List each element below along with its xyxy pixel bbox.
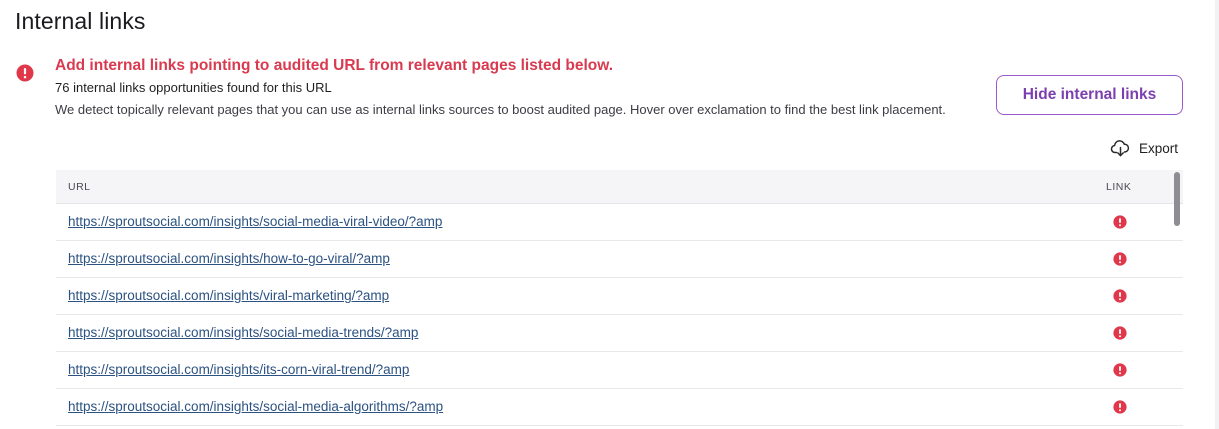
- table-row: https://sproutsocial.com/insights/its-co…: [56, 352, 1183, 389]
- table-row: https://sproutsocial.com/insights/social…: [56, 389, 1183, 426]
- row-url-link[interactable]: https://sproutsocial.com/insights/social…: [68, 214, 442, 229]
- row-url-link[interactable]: https://sproutsocial.com/insights/social…: [68, 399, 443, 414]
- exclamation-circle-icon[interactable]: [1113, 326, 1127, 340]
- table-scrollbar[interactable]: [1174, 172, 1180, 226]
- column-header-url: URL: [68, 181, 91, 193]
- internal-links-panel: Internal links Add internal links pointi…: [0, 0, 1219, 429]
- exclamation-circle-icon[interactable]: [1113, 363, 1127, 377]
- row-url-link[interactable]: https://sproutsocial.com/insights/social…: [68, 325, 418, 340]
- exclamation-circle-icon[interactable]: [1113, 215, 1127, 229]
- exclamation-circle-icon[interactable]: [1113, 400, 1127, 414]
- row-url-link[interactable]: https://sproutsocial.com/insights/viral-…: [68, 288, 389, 303]
- column-header-link: LINK: [1106, 181, 1132, 193]
- internal-links-table: URL LINK https://sproutsocial.com/insigh…: [56, 170, 1183, 429]
- alert-description: We detect topically relevant pages that …: [55, 102, 946, 117]
- table-row: https://sproutsocial.com/insights/social…: [56, 315, 1183, 352]
- opportunities-count: 76 internal links opportunities found fo…: [55, 80, 332, 95]
- table-header: URL LINK: [56, 170, 1183, 204]
- hide-internal-links-button[interactable]: Hide internal links: [996, 75, 1183, 115]
- row-url-link[interactable]: https://sproutsocial.com/insights/how-to…: [68, 251, 390, 266]
- cloud-download-icon: [1110, 139, 1131, 157]
- export-button[interactable]: Export: [1110, 138, 1178, 158]
- table-body: https://sproutsocial.com/insights/social…: [56, 204, 1183, 426]
- table-row: https://sproutsocial.com/insights/viral-…: [56, 278, 1183, 315]
- right-edge-divider: [1215, 0, 1219, 429]
- alert-heading: Add internal links pointing to audited U…: [55, 57, 614, 74]
- exclamation-circle-icon[interactable]: [1113, 252, 1127, 266]
- table-row: https://sproutsocial.com/insights/social…: [56, 204, 1183, 241]
- page-title: Internal links: [15, 8, 146, 34]
- exclamation-circle-icon[interactable]: [1113, 289, 1127, 303]
- table-row: https://sproutsocial.com/insights/how-to…: [56, 241, 1183, 278]
- row-url-link[interactable]: https://sproutsocial.com/insights/its-co…: [68, 362, 409, 377]
- exclamation-circle-icon: [16, 64, 34, 82]
- export-label: Export: [1139, 140, 1179, 156]
